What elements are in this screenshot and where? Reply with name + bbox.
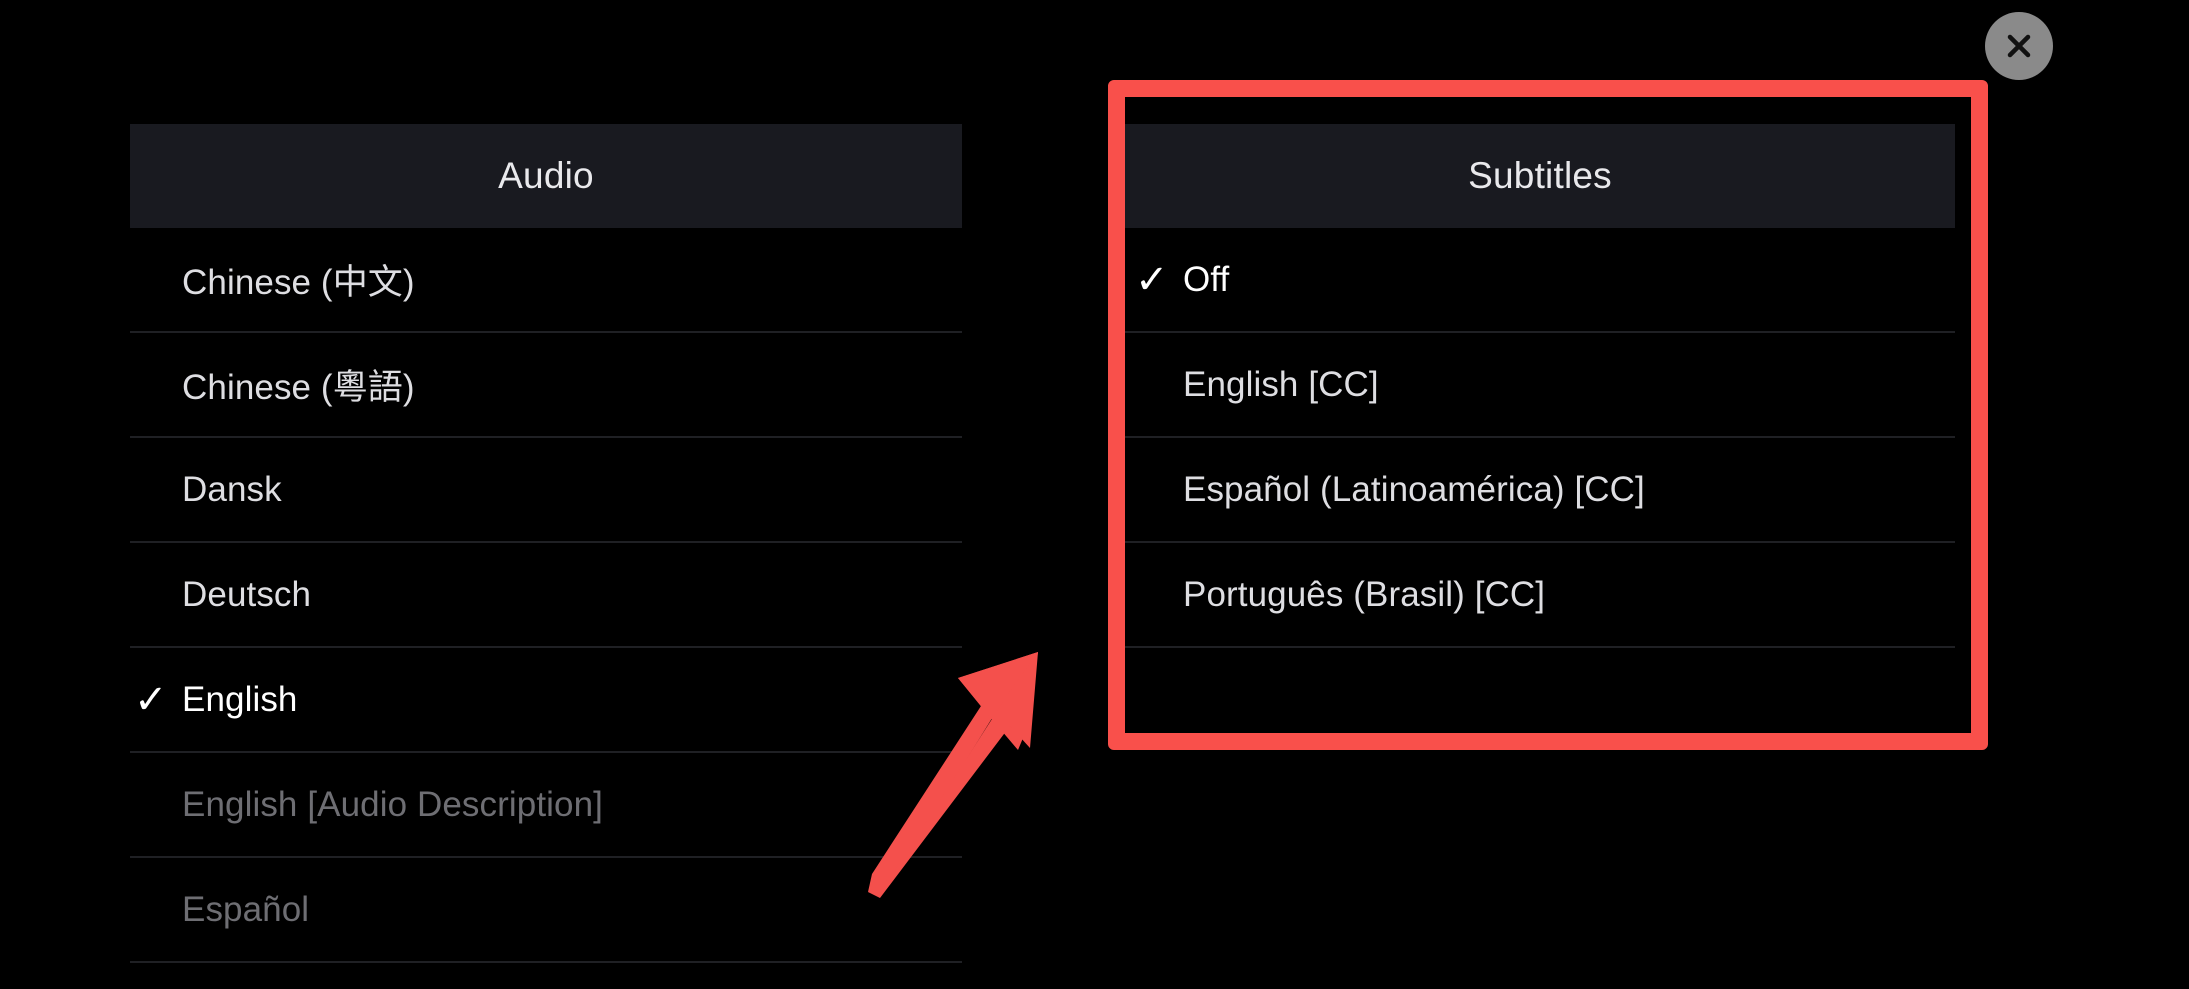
audio-option-row[interactable]: Español — [130, 858, 962, 963]
check-icon: ✓ — [1135, 257, 1169, 302]
audio-option-row[interactable]: Deutsch — [130, 543, 962, 648]
subtitles-option-label: English [CC] — [1183, 364, 1379, 404]
audio-option-label: Dansk — [182, 469, 282, 509]
audio-panel: Audio Chinese (中文) Chinese (粵語) Dansk Deuts… — [130, 124, 962, 963]
subtitles-option-row[interactable]: ✓ Off — [1125, 228, 1955, 333]
audio-option-label: Chinese (粵語) — [182, 368, 415, 407]
audio-option-row[interactable]: ✓ English — [130, 648, 962, 753]
subtitles-option-row[interactable]: Español (Latinoamérica) [CC] — [1125, 438, 1955, 543]
player-settings-overlay: Audio Chinese (中文) Chinese (粵語) Dansk Deuts… — [0, 0, 2189, 989]
subtitles-list-end-spacer — [1125, 648, 1955, 708]
subtitles-option-label: Español (Latinoamérica) [CC] — [1183, 469, 1645, 509]
audio-option-label: Español — [182, 889, 310, 929]
audio-panel-header: Audio — [130, 124, 962, 228]
audio-option-label: Chinese (中文) — [182, 263, 415, 302]
subtitles-panel-header: Subtitles — [1125, 124, 1955, 228]
subtitles-option-label: Off — [1183, 259, 1230, 299]
subtitles-option-row[interactable]: English [CC] — [1125, 333, 1955, 438]
subtitles-option-list: ✓ Off English [CC] Español (Latinoamérica) … — [1125, 228, 1955, 708]
check-icon: ✓ — [134, 677, 168, 722]
audio-option-row[interactable]: Chinese (中文) — [130, 228, 962, 333]
audio-option-list: Chinese (中文) Chinese (粵語) Dansk Deutsch ✓ Eng… — [130, 228, 962, 963]
audio-option-label: English [Audio Description] — [182, 784, 603, 824]
audio-option-label: Deutsch — [182, 574, 312, 614]
audio-option-row[interactable]: English [Audio Description] — [130, 753, 962, 858]
audio-option-row[interactable]: Chinese (粵語) — [130, 333, 962, 438]
audio-option-label: English — [182, 679, 298, 719]
close-icon — [2007, 34, 2031, 58]
audio-option-row[interactable]: Dansk — [130, 438, 962, 543]
subtitles-option-row[interactable]: Português (Brasil) [CC] — [1125, 543, 1955, 648]
subtitles-panel: Subtitles ✓ Off English [CC] Español (Latin… — [1125, 124, 1955, 708]
close-button[interactable] — [1985, 12, 2053, 80]
subtitles-option-label: Português (Brasil) [CC] — [1183, 574, 1546, 614]
